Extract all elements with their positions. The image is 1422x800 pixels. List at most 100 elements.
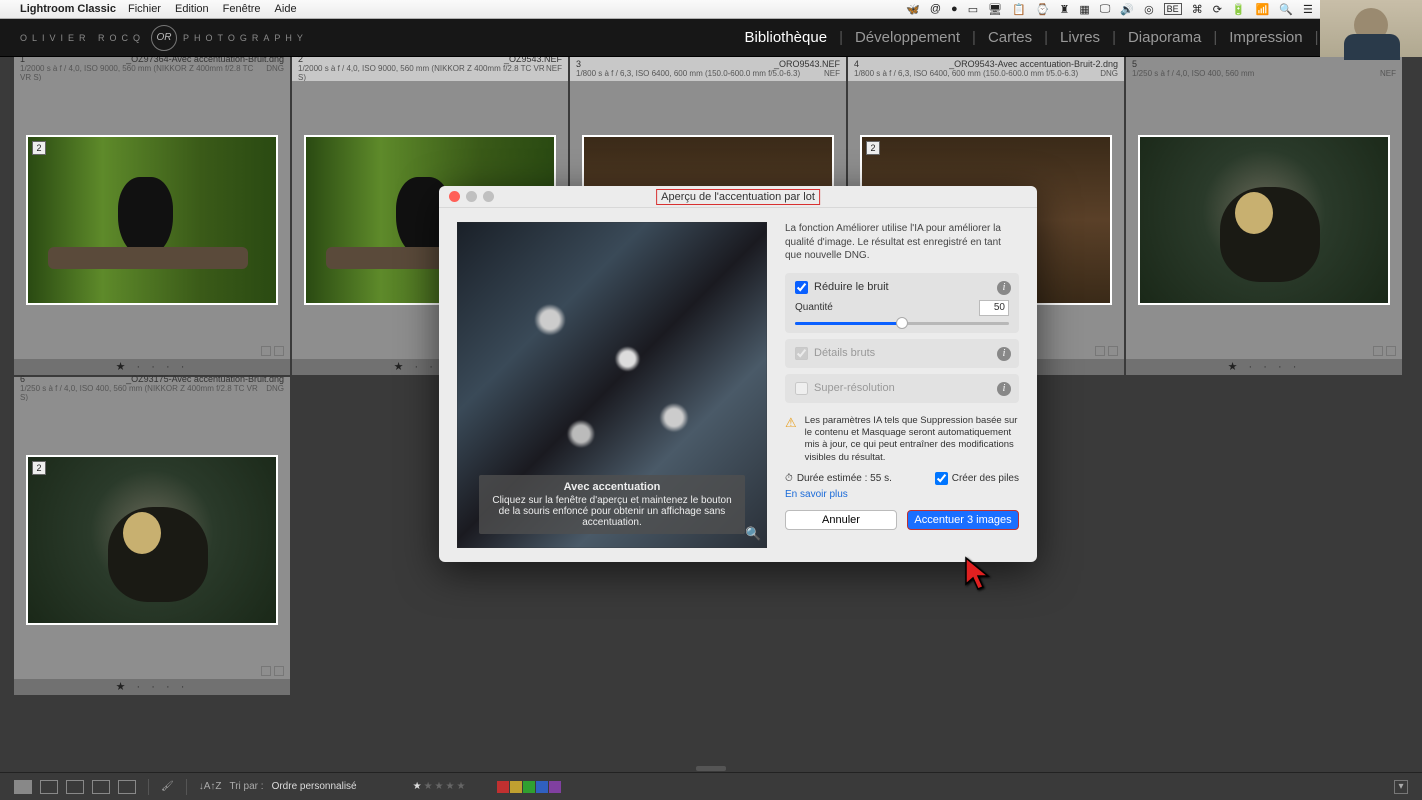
cell-body[interactable]: 2 (14, 81, 290, 359)
cell-header: 6_OZ93175-Avec accentuation-Bruit.dng 1/… (14, 377, 290, 401)
loupe-view-icon[interactable] (40, 780, 58, 794)
stack-badge[interactable]: 2 (32, 461, 46, 475)
module-library[interactable]: Bibliothèque (742, 29, 829, 46)
cell-body[interactable] (1126, 81, 1402, 359)
slider-thumb-icon[interactable] (896, 317, 908, 329)
denoise-info-icon[interactable]: i (997, 281, 1011, 295)
estimated-time: ⏱ Durée estimée : 55 s. (785, 473, 892, 484)
cell-body[interactable]: 2 (14, 401, 290, 679)
survey-view-icon[interactable] (92, 780, 110, 794)
denoise-label: Réduire le bruit (814, 281, 889, 293)
brand-right: PHOTOGRAPHY (183, 33, 308, 43)
status-screen-icon[interactable]: ▭ (968, 3, 978, 16)
enhance-button[interactable]: Accentuer 3 images (907, 510, 1019, 530)
badge-icon[interactable] (1108, 346, 1118, 356)
menu-help[interactable]: Aide (275, 3, 297, 15)
badge-icon[interactable] (1095, 346, 1105, 356)
amount-value[interactable]: 50 (979, 300, 1009, 316)
estimated-time-label: Durée estimée : 55 s. (797, 473, 892, 484)
grid-cell[interactable]: 5 1/250 s à f / 4,0, ISO 400, 560 mmNEF … (1126, 57, 1402, 375)
raw-details-info-icon[interactable]: i (997, 347, 1011, 361)
status-grid-icon[interactable]: ▦ (1079, 3, 1089, 16)
swatch-blue[interactable] (536, 781, 548, 793)
status-volume-icon[interactable]: 🔊 (1120, 3, 1134, 16)
painter-icon[interactable]: 🖌 (161, 781, 174, 792)
swatch-red[interactable] (497, 781, 509, 793)
rating-filter[interactable]: ★★★★★ (413, 781, 468, 792)
swatch-yellow[interactable] (510, 781, 522, 793)
cancel-button[interactable]: Annuler (785, 510, 897, 530)
status-control-center-icon[interactable]: ☰ (1303, 3, 1313, 16)
badge-icon[interactable] (261, 346, 271, 356)
zoom-icon[interactable]: 🔍 (745, 526, 761, 542)
compare-view-icon[interactable] (66, 780, 84, 794)
badge-icon[interactable] (1386, 346, 1396, 356)
panel-drag-handle[interactable] (696, 766, 726, 771)
cell-footer[interactable]: ★ · · · · (14, 679, 290, 695)
app-name[interactable]: Lightroom Classic (20, 3, 116, 15)
status-clock-icon[interactable]: ⌚ (1036, 3, 1050, 16)
module-map[interactable]: Cartes (986, 29, 1034, 46)
menu-window[interactable]: Fenêtre (223, 3, 261, 15)
module-develop[interactable]: Développement (853, 29, 962, 46)
status-bluetooth-icon[interactable]: ⌘ (1192, 3, 1203, 16)
create-stacks-checkbox[interactable] (935, 472, 948, 485)
status-spotlight-icon[interactable]: 🔍 (1279, 3, 1293, 16)
sort-direction-icon[interactable]: ↓A↑Z (199, 781, 222, 792)
status-keyboard-layout[interactable]: BE (1164, 3, 1182, 15)
grid-cell[interactable]: 1_OZ97364-Avec accentuation-Bruit.dng 1/… (14, 57, 290, 375)
toolbar-overflow-icon[interactable]: ▾ (1394, 780, 1408, 794)
sort-value[interactable]: Ordre personnalisé (272, 781, 357, 792)
badge-icon[interactable] (274, 666, 284, 676)
badge-icon[interactable] (274, 346, 284, 356)
webcam-overlay (1320, 0, 1422, 57)
module-print[interactable]: Impression (1227, 29, 1304, 46)
grid-cell[interactable]: 6_OZ93175-Avec accentuation-Bruit.dng 1/… (14, 377, 290, 695)
swatch-green[interactable] (523, 781, 535, 793)
amount-slider[interactable] (795, 322, 1009, 325)
swatch-purple[interactable] (549, 781, 561, 793)
brand-logo-icon: OR (151, 25, 177, 51)
stack-badge[interactable]: 2 (32, 141, 46, 155)
denoise-checkbox[interactable] (795, 281, 808, 294)
stopwatch-icon: ⏱ (785, 473, 793, 484)
status-display-icon[interactable]: 🖥 (988, 3, 1002, 16)
window-close-icon[interactable] (449, 191, 460, 202)
cursor-icon (964, 556, 996, 597)
status-monitor-icon[interactable]: 🖵 (1100, 3, 1111, 16)
status-circle-icon[interactable]: ◎ (1144, 3, 1154, 16)
status-butterfly-icon[interactable]: 🦋 (906, 3, 920, 16)
status-castle-icon[interactable]: ♜ (1059, 3, 1069, 16)
status-dot-icon[interactable]: ● (951, 3, 958, 15)
thumbnail[interactable] (1138, 135, 1390, 305)
cell-footer[interactable]: ★ · · · · (14, 359, 290, 375)
status-clipboard-icon[interactable]: 📋 (1012, 3, 1026, 16)
status-at-icon[interactable]: @ (930, 3, 941, 15)
brand-left: OLIVIER ROCQ (20, 33, 145, 43)
badge-icon[interactable] (261, 666, 271, 676)
module-slideshow[interactable]: Diaporama (1126, 29, 1203, 46)
grid-view-icon[interactable] (14, 780, 32, 794)
cell-header: 5 1/250 s à f / 4,0, ISO 400, 560 mmNEF (1126, 57, 1402, 81)
stack-badge[interactable]: 2 (866, 141, 880, 155)
option-super-resolution: Super-résolution i (785, 374, 1019, 403)
badge-icon[interactable] (1373, 346, 1383, 356)
learn-more-link[interactable]: En savoir plus (785, 489, 1019, 500)
enhance-preview[interactable]: Avec accentuation Cliquez sur la fenêtre… (457, 222, 767, 548)
menu-file[interactable]: Fichier (128, 3, 161, 15)
cell-footer[interactable]: ★ · · · · (1126, 359, 1402, 375)
cell-metadata: 1/800 s à f / 6,3, ISO 6400, 600 mm (150… (576, 70, 824, 79)
dialog-titlebar[interactable]: Aperçu de l'accentuation par lot (439, 186, 1037, 208)
menu-edit[interactable]: Edition (175, 3, 209, 15)
thumbnail[interactable]: 2 (26, 455, 278, 625)
thumbnail[interactable]: 2 (26, 135, 278, 305)
enhance-batch-dialog: Aperçu de l'accentuation par lot Avec ac… (439, 186, 1037, 562)
status-sync-icon[interactable]: ⟳ (1213, 3, 1222, 16)
people-view-icon[interactable] (118, 780, 136, 794)
create-stacks-label: Créer des piles (952, 473, 1019, 484)
status-battery-icon[interactable]: 🔋 (1232, 3, 1246, 16)
module-book[interactable]: Livres (1058, 29, 1102, 46)
color-label-filter[interactable] (497, 781, 561, 793)
status-wifi-icon[interactable]: 📶 (1256, 3, 1270, 16)
super-res-info-icon[interactable]: i (997, 382, 1011, 396)
